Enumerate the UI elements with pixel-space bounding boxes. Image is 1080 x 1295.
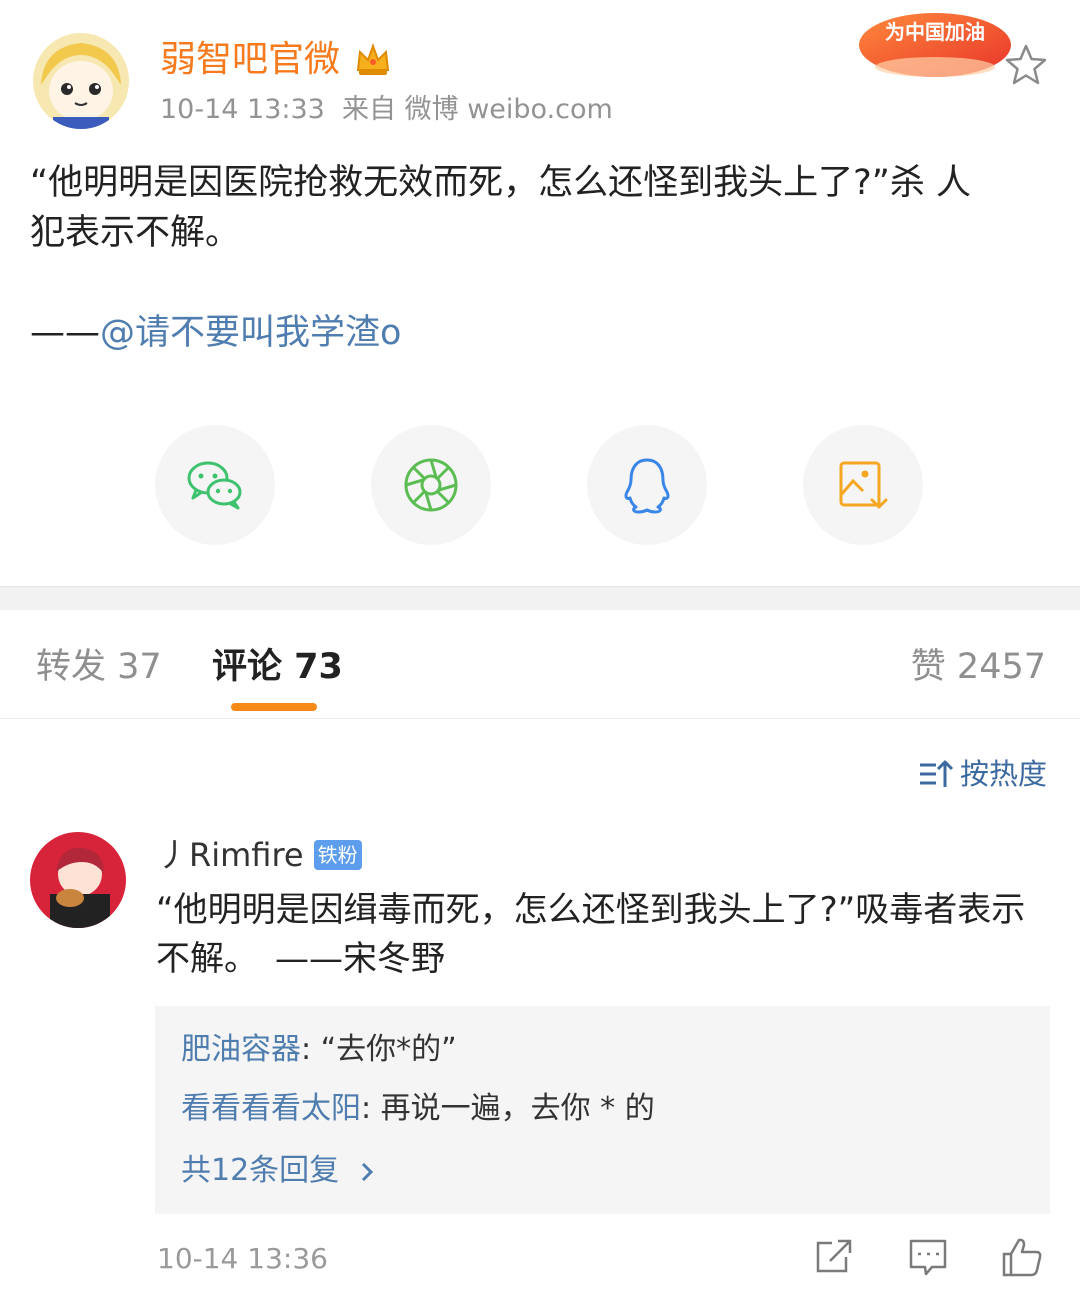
tab-divider [0, 718, 1080, 719]
save-image-button[interactable] [803, 425, 923, 545]
tab-comment[interactable]: 评论 73 [212, 643, 343, 691]
post-text-line2: 犯表示不解。 [30, 213, 241, 253]
favorite-star-icon[interactable] [1003, 42, 1049, 88]
share-wechat-button[interactable] [155, 425, 275, 545]
post-source: 来自 微博 weibo.com [342, 94, 613, 125]
reply-item: 肥油容器: “去你*的” [181, 1030, 457, 1070]
fan-badge: 铁粉 [313, 840, 362, 870]
tab-active-indicator [231, 703, 317, 711]
crown-icon [354, 40, 392, 78]
tab-repost[interactable]: 转发 37 [36, 643, 162, 691]
reply-author[interactable]: 肥油容器 [181, 1032, 301, 1067]
comment-text: “他明明是因缉毒而死，怎么还怪到我头上了?”吸毒者表示不解。 ——宋冬野 [156, 890, 1026, 979]
chevron-right-icon [361, 1162, 373, 1181]
save-image-icon [839, 461, 888, 509]
comment-username[interactable]: 丿Rimfire [157, 834, 304, 876]
share-moments-button[interactable] [371, 425, 491, 545]
post-text-line1: “他明明是因医院抢救无效而死，怎么还怪到我头上了?”杀 人 [30, 163, 971, 203]
sort-label: 按热度 [960, 757, 1048, 791]
reply-text: : “去你*的” [301, 1032, 457, 1067]
comment-time: 10-14 13:36 [157, 1242, 328, 1275]
moments-icon [404, 458, 458, 512]
share-qq-button[interactable] [587, 425, 707, 545]
badge-text: 为中国加油 [885, 20, 985, 44]
sort-icon [920, 760, 954, 787]
thumbs-up-icon [1002, 1238, 1042, 1277]
reply-text: : 再说一遍，去你 * 的 [361, 1091, 655, 1126]
comment-like-button[interactable] [1000, 1235, 1044, 1279]
comment-reply-button[interactable] [906, 1235, 950, 1279]
wechat-icon [187, 461, 242, 510]
more-replies-label: 共12条回复 [181, 1153, 340, 1188]
post-text: “他明明是因医院抢救无效而死，怎么还怪到我头上了?”杀 人 犯表示不解。 [30, 158, 1050, 258]
reply-item: 看看看看太阳: 再说一遍，去你 * 的 [181, 1089, 655, 1129]
post-meta: 10-14 13:33 来自 微博 weibo.com [160, 92, 613, 128]
comment-user[interactable]: 丿Rimfire 铁粉 [157, 834, 362, 876]
post-time: 10-14 13:33 [160, 94, 325, 125]
post-attribution: ——@请不要叫我学渣o [30, 308, 401, 358]
tab-like[interactable]: 赞 2457 [911, 643, 1046, 691]
dash: —— [30, 313, 100, 353]
replies-box[interactable]: 肥油容器: “去你*的” 看看看看太阳: 再说一遍，去你 * 的 共12条回复 [155, 1006, 1050, 1214]
section-divider [0, 586, 1080, 610]
comment-avatar[interactable] [30, 832, 126, 928]
more-replies-link[interactable]: 共12条回复 [181, 1151, 379, 1191]
sort-button[interactable]: 按热度 [918, 754, 1047, 794]
qq-icon [624, 458, 670, 514]
china-badge[interactable]: 为中国加油 [856, 5, 1014, 83]
comment-share-button[interactable] [812, 1235, 856, 1279]
share-icon [816, 1239, 852, 1273]
reply-author[interactable]: 看看看看太阳 [181, 1091, 361, 1126]
author-name[interactable]: 弱智吧官微 [160, 36, 340, 84]
mention-link[interactable]: @请不要叫我学渣o [100, 313, 401, 353]
reply-icon [909, 1239, 947, 1276]
author-avatar[interactable] [33, 33, 129, 129]
